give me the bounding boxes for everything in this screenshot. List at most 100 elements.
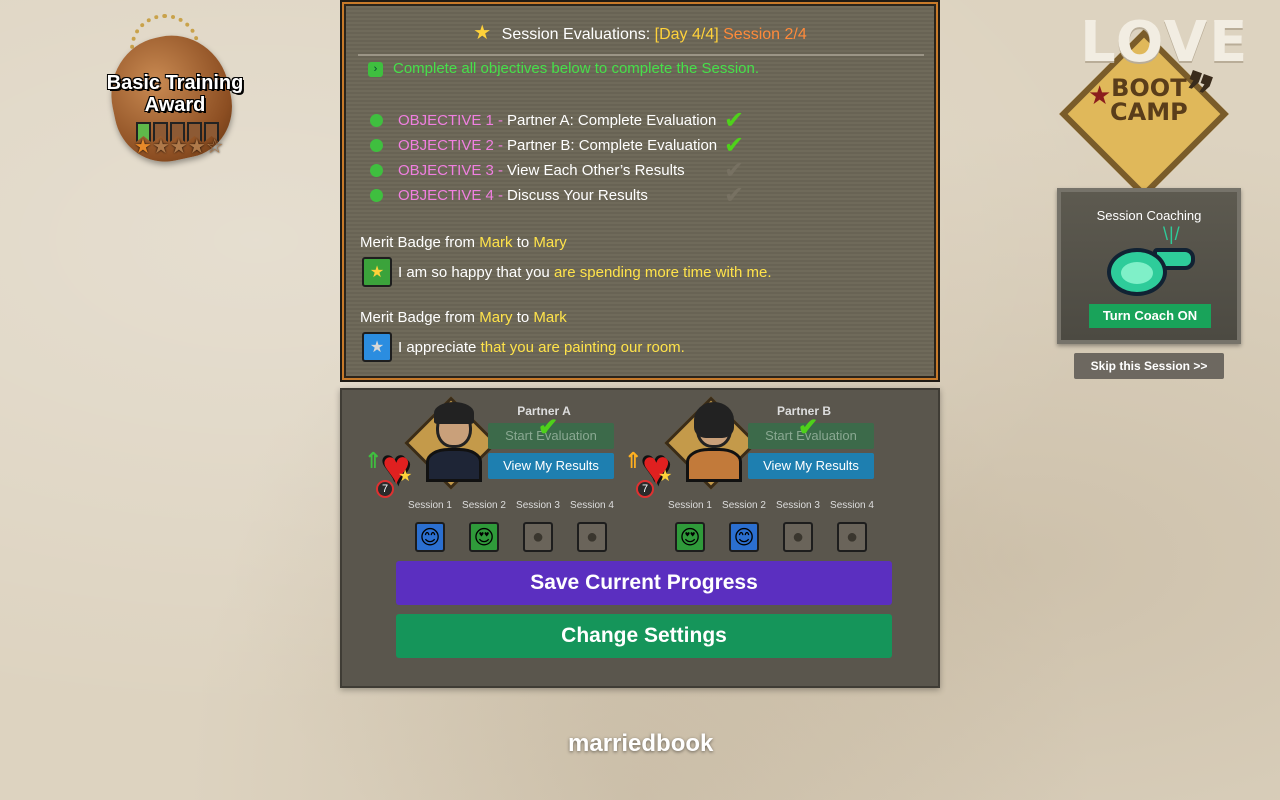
objective-text: Partner A: Complete Evaluation [507, 112, 717, 129]
badge-prefix: Merit Badge from [360, 234, 476, 251]
whistle-icon: \ | / [1099, 224, 1199, 296]
objective-item: OBJECTIVE 1 - Partner A: Complete Evalua… [370, 107, 744, 134]
level-up-arrow-icon: ⇑ [624, 448, 643, 473]
smile-face-icon[interactable]: 😊 [415, 522, 445, 552]
badge-to-word: to [516, 309, 530, 326]
session-slot: Session 2 😊 [720, 500, 768, 552]
view-my-results-button[interactable]: View My Results [488, 453, 614, 479]
award-title: Basic Training Award [106, 72, 244, 116]
session-slot: Session 3 ● [514, 500, 562, 552]
bullet-icon [370, 189, 383, 202]
session-coaching-panel: Session Coaching \ | / Turn Coach ON [1057, 188, 1241, 344]
objective-tag: OBJECTIVE 2 - [398, 137, 504, 154]
board-header: ★ Session Evaluations: [Day 4/4] Session… [342, 20, 938, 45]
objective-item: OBJECTIVE 4 - Discuss Your Results ✔ [370, 182, 744, 209]
badge-to: Mark [533, 309, 567, 326]
start-evaluation-button[interactable]: Start Evaluation ✔ [748, 415, 874, 449]
award-stars: ★ ★ ★ ★ ☆ [134, 134, 224, 159]
badge-to-word: to [516, 234, 530, 251]
session-slot: Session 2 😍 [460, 500, 508, 552]
chevron-right-icon: › [368, 62, 383, 77]
star-icon: ★ [151, 136, 170, 158]
check-icon: ✔ [538, 414, 559, 441]
partner-b-card: Partner B ⇑ ♥ ★ 7 Start Evaluation ✔ View… [622, 390, 892, 552]
objective-text: Partner B: Complete Evaluation [507, 137, 718, 154]
skip-session-button[interactable]: Skip this Session >> [1074, 353, 1224, 379]
smile-face-icon[interactable]: 😊 [729, 522, 759, 552]
badge-msg-highlight: are spending more time with me. [553, 263, 772, 281]
session-slot: Session 4 ● [828, 500, 876, 552]
badge-to: Mary [533, 234, 567, 251]
session-label: Session 4 [570, 500, 614, 511]
objective-text: Discuss Your Results [507, 187, 648, 204]
divider [358, 54, 924, 56]
board-intro: › Complete all objectives below to comple… [368, 60, 759, 77]
board-title: Session Evaluations: [501, 26, 651, 43]
bullet-icon [370, 114, 383, 127]
level-up-arrow-icon: ⇑ [364, 448, 383, 473]
session-evaluations-board: ★ Session Evaluations: [Day 4/4] Session… [340, 0, 940, 382]
empty-face-icon: ● [523, 522, 553, 552]
basic-training-award: Basic Training Award ★ ★ ★ ★ ☆ [100, 10, 250, 171]
session-slot: Session 1 😊 [406, 500, 454, 552]
session-label: Session 2 [722, 500, 766, 511]
session-slot: Session 3 ● [774, 500, 822, 552]
save-progress-button[interactable]: Save Current Progress [396, 561, 892, 605]
objective-item: OBJECTIVE 2 - Partner B: Complete Evalua… [370, 132, 744, 159]
star-icon: ☆ [205, 136, 224, 158]
merit-badge-message: ★ I am so happy that you are spending mo… [362, 257, 772, 287]
coach-title: Session Coaching [1096, 208, 1202, 223]
logo-love: LOVE [1080, 10, 1250, 75]
star-icon: ★ [187, 136, 206, 158]
star-icon: ★ [134, 136, 152, 158]
heart-eyes-face-icon[interactable]: 😍 [469, 522, 499, 552]
session-moods: Session 1 😍 Session 2 😊 Session 3 ● Sess… [666, 500, 876, 552]
medal-icon: ★ [362, 332, 392, 362]
objective-item: OBJECTIVE 3 - View Each Other’s Results … [370, 157, 744, 184]
objective-tag: OBJECTIVE 4 - [398, 187, 504, 204]
board-day: [Day 4/4] [654, 26, 719, 43]
badge-msg-plain: I am so happy that you [398, 263, 550, 281]
level-badge: 7 [376, 480, 394, 498]
heart-eyes-face-icon[interactable]: 😍 [675, 522, 705, 552]
logo-boot-text: BOOT [1111, 74, 1187, 102]
session-label: Session 3 [776, 500, 820, 511]
session-moods: Session 1 😊 Session 2 😍 Session 3 ● Sess… [406, 500, 616, 552]
empty-face-icon: ● [783, 522, 813, 552]
badge-msg-plain: I appreciate [398, 338, 477, 356]
check-icon: ✔ [724, 182, 745, 209]
medal-icon: ★ [362, 257, 392, 287]
session-label: Session 1 [408, 500, 452, 511]
badge-prefix: Merit Badge from [360, 309, 476, 326]
session-label: Session 3 [516, 500, 560, 511]
star-icon: ★ [169, 136, 188, 158]
marriedbook-logo: marriedbook [568, 730, 714, 757]
partners-panel: Partner A ⇑ ♥ ★ 7 Start Evaluation ✔ View… [340, 388, 940, 688]
bullet-icon [370, 139, 383, 152]
merit-badge-message: ★ I appreciate that you are painting our… [362, 332, 685, 362]
star-icon: ★ [473, 22, 492, 44]
session-label: Session 2 [462, 500, 506, 511]
view-my-results-button[interactable]: View My Results [748, 453, 874, 479]
change-settings-button[interactable]: Change Settings [396, 614, 892, 658]
badge-msg-highlight: that you are painting our room. [480, 338, 685, 356]
merit-badge-heading: Merit Badge from Mark to Mary [360, 234, 567, 251]
level-badge: 7 [636, 480, 654, 498]
love-boot-camp-logo: LOVE ★ BOOT CAMP ❞ [1058, 10, 1247, 199]
start-evaluation-button[interactable]: Start Evaluation ✔ [488, 415, 614, 449]
objectives-list: OBJECTIVE 1 - Partner A: Complete Evalua… [370, 107, 744, 209]
turn-coach-on-button[interactable]: Turn Coach ON [1089, 304, 1211, 328]
medal-icon: ★ [1088, 80, 1112, 110]
bullet-icon [370, 164, 383, 177]
objective-text: View Each Other’s Results [507, 162, 685, 179]
check-icon: ✔ [798, 414, 819, 441]
session-slot: Session 1 😍 [666, 500, 714, 552]
board-intro-text: Complete all objectives below to complet… [393, 60, 760, 77]
session-label: Session 4 [830, 500, 874, 511]
objective-tag: OBJECTIVE 3 - [398, 162, 504, 179]
session-label: Session 1 [668, 500, 712, 511]
partner-a-card: Partner A ⇑ ♥ ★ 7 Start Evaluation ✔ View… [362, 390, 632, 552]
badge-from: Mary [479, 309, 513, 326]
session-slot: Session 4 ● [568, 500, 616, 552]
empty-face-icon: ● [837, 522, 867, 552]
